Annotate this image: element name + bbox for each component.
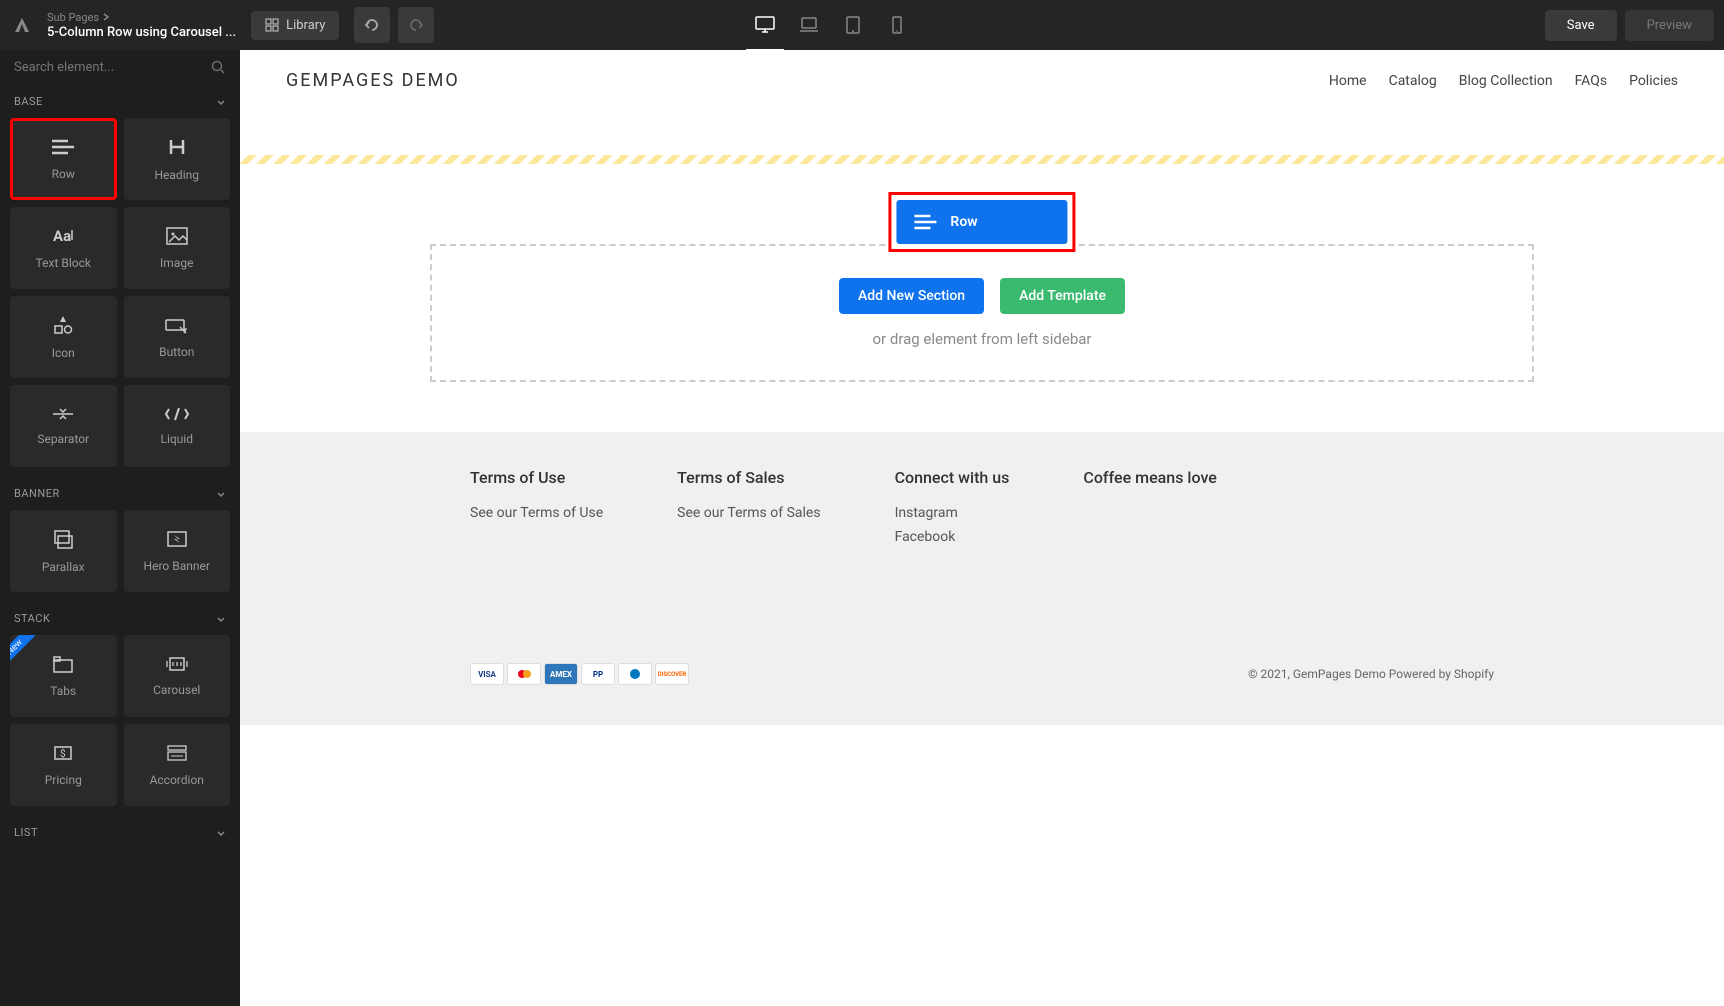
save-button[interactable]: Save [1545, 10, 1617, 41]
elements-sidebar: BASE Row Heading Aa Text Block Image [0, 50, 240, 1006]
element-parallax[interactable]: Parallax [10, 510, 117, 592]
amex-icon: AMEX [544, 663, 578, 685]
diners-icon [618, 663, 652, 685]
section-divider[interactable] [240, 155, 1724, 164]
element-icon[interactable]: Icon [10, 296, 117, 378]
footer-col-terms-sales: Terms of Sales See our Terms of Sales [677, 468, 820, 553]
nav-policies[interactable]: Policies [1629, 73, 1678, 89]
chevron-down-icon [216, 489, 226, 499]
svg-text:Aa: Aa [53, 227, 71, 245]
undo-button[interactable] [354, 7, 390, 43]
element-row[interactable]: Row [10, 118, 117, 200]
visa-icon: VISA [470, 663, 504, 685]
footer-link[interactable]: See our Terms of Use [470, 505, 603, 521]
tablet-device-icon[interactable] [839, 11, 867, 39]
paypal-icon: PP [581, 663, 615, 685]
payment-icons: VISA AMEX PP DISCOVER [470, 663, 689, 685]
element-hero-banner[interactable]: Hero Banner [124, 510, 231, 592]
element-carousel[interactable]: Carousel [124, 635, 231, 717]
element-image[interactable]: Image [124, 207, 231, 289]
desktop-device-icon[interactable] [751, 11, 779, 39]
discover-icon: DISCOVER [655, 663, 689, 685]
add-template-button[interactable]: Add Template [1000, 278, 1125, 314]
library-button[interactable]: Library [251, 11, 339, 40]
footer-link[interactable]: Instagram [895, 505, 1010, 521]
chevron-down-icon [216, 828, 226, 838]
drag-hint: or drag element from left sidebar [873, 330, 1092, 348]
page-title: 5-Column Row using Carousel ... [47, 25, 236, 40]
chevron-down-icon [216, 614, 226, 624]
preview-button[interactable]: Preview [1625, 10, 1714, 41]
new-badge: New [10, 635, 38, 662]
footer-col-coffee: Coffee means love [1083, 468, 1216, 553]
drag-row-indicator[interactable]: Row [888, 192, 1075, 252]
mastercard-icon [507, 663, 541, 685]
site-logo[interactable]: GEMPAGES DEMO [286, 70, 460, 91]
element-heading[interactable]: Heading [124, 118, 231, 200]
add-section-button[interactable]: Add New Section [839, 278, 984, 314]
redo-button[interactable] [398, 7, 434, 43]
app-logo-icon[interactable] [10, 13, 34, 37]
svg-text:$: $ [60, 747, 66, 760]
footer-link[interactable]: See our Terms of Sales [677, 505, 820, 521]
section-header-base[interactable]: BASE [0, 85, 240, 118]
chevron-down-icon [216, 97, 226, 107]
section-header-stack[interactable]: STACK [0, 602, 240, 635]
breadcrumb-parent[interactable]: Sub Pages [47, 11, 236, 24]
element-separator[interactable]: Separator [10, 385, 117, 467]
footer-link[interactable]: Facebook [895, 529, 1010, 545]
footer-col-connect: Connect with us Instagram Facebook [895, 468, 1010, 553]
copyright: © 2021, GemPages Demo Powered by Shopify [1248, 667, 1494, 681]
section-header-banner[interactable]: BANNER [0, 477, 240, 510]
mobile-device-icon[interactable] [883, 11, 911, 39]
search-input[interactable] [14, 60, 211, 75]
element-pricing[interactable]: $ Pricing [10, 724, 117, 806]
element-button[interactable]: Button [124, 296, 231, 378]
laptop-device-icon[interactable] [795, 11, 823, 39]
row-icon [912, 212, 938, 232]
footer-col-terms-use: Terms of Use See our Terms of Use [470, 468, 603, 553]
canvas: GEMPAGES DEMO Home Catalog Blog Collecti… [240, 50, 1724, 1006]
nav-faqs[interactable]: FAQs [1575, 73, 1608, 89]
element-text-block[interactable]: Aa Text Block [10, 207, 117, 289]
drop-zone[interactable]: Row Add New Section Add Template or drag… [430, 244, 1534, 382]
section-header-list[interactable]: LIST [0, 816, 240, 849]
element-liquid[interactable]: Liquid [124, 385, 231, 467]
element-accordion[interactable]: Accordion [124, 724, 231, 806]
element-tabs[interactable]: New Tabs [10, 635, 117, 717]
nav-catalog[interactable]: Catalog [1389, 73, 1437, 89]
nav-home[interactable]: Home [1329, 73, 1367, 89]
nav-blog[interactable]: Blog Collection [1459, 73, 1553, 89]
search-icon [211, 60, 226, 75]
